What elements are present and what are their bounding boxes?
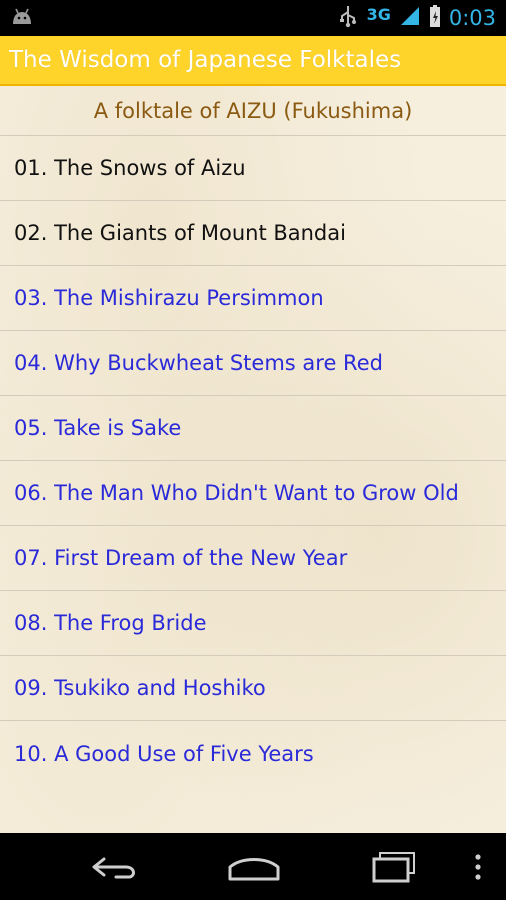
story-list: 01. The Snows of Aizu 02. The Giants of M… [0, 136, 506, 786]
battery-icon [429, 4, 441, 32]
story-item[interactable]: 07. First Dream of the New Year [0, 526, 506, 591]
home-icon[interactable] [224, 847, 284, 887]
network-type: 3G [366, 4, 391, 24]
app-title: The Wisdom of Japanese Folktales [9, 47, 402, 73]
usb-icon [337, 4, 359, 32]
navigation-bar [0, 833, 506, 900]
story-item[interactable]: 06. The Man Who Didn't Want to Grow Old [0, 461, 506, 526]
story-item[interactable]: 05. Take is Sake [0, 396, 506, 461]
story-list-screen: A folktale of AIZU (Fukushima) 01. The S… [0, 86, 506, 833]
menu-icon[interactable] [470, 847, 486, 887]
status-bar: 3G 0:03 [0, 0, 506, 36]
story-item[interactable]: 09. Tsukiko and Hoshiko [0, 656, 506, 721]
story-item[interactable]: 08. The Frog Bride [0, 591, 506, 656]
app-header: The Wisdom of Japanese Folktales [0, 36, 506, 86]
story-item[interactable]: 02. The Giants of Mount Bandai [0, 201, 506, 266]
status-clock: 0:03 [448, 6, 496, 30]
story-item[interactable]: 01. The Snows of Aizu [0, 136, 506, 201]
android-debug-icon [10, 6, 34, 30]
collection-subtitle: A folktale of AIZU (Fukushima) [0, 86, 506, 136]
recent-apps-icon[interactable] [366, 847, 422, 887]
story-item[interactable]: 04. Why Buckwheat Stems are Red [0, 331, 506, 396]
signal-icon [399, 5, 421, 31]
back-icon[interactable] [86, 847, 140, 887]
story-item[interactable]: 03. The Mishirazu Persimmon [0, 266, 506, 331]
story-item[interactable]: 10. A Good Use of Five Years [0, 721, 506, 786]
